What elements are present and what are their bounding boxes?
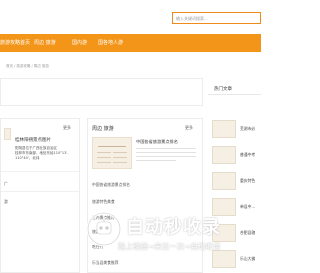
- sidebar-item[interactable]: 重庆特色: [240, 178, 255, 184]
- section-title: 周边 旅游: [92, 126, 114, 132]
- article-excerpt-line: 110°40'，北纬: [15, 156, 40, 160]
- article-card: 更多 桂林阳朔景点图片 阳朔县位于广西壮族自治区 桂林市东南部，地处东经110°…: [0, 118, 80, 273]
- thumbnail-line: [98, 146, 126, 147]
- divider: [1, 191, 79, 192]
- sidebar-item[interactable]: 普通中考: [240, 152, 255, 158]
- nav-item-regions[interactable]: 国各地人游: [98, 34, 123, 52]
- search-input[interactable]: 输入关键词搜索...: [172, 12, 261, 24]
- thumbnail-line: [97, 157, 111, 158]
- thumbnail-line: [113, 152, 127, 153]
- divider: [1, 171, 79, 172]
- thumbnail-line: [113, 157, 127, 158]
- article-title[interactable]: 中国各省旅游景点排名: [136, 139, 178, 145]
- excerpt-line: [136, 160, 176, 161]
- article-thumbnail[interactable]: [212, 120, 236, 138]
- thumbnail-line: [97, 162, 111, 163]
- divider: [208, 94, 261, 95]
- article-thumbnail[interactable]: [4, 128, 11, 140]
- list-item[interactable]: 中国各省旅游景点排名: [92, 182, 130, 188]
- article-title[interactable]: 桂林阳朔景点图片: [15, 137, 51, 143]
- nav-item-nearby[interactable]: 周边 旅游: [34, 34, 56, 52]
- header: 输入关键词搜索...: [0, 0, 261, 32]
- article-thumbnail[interactable]: [212, 172, 236, 190]
- more-link[interactable]: 更多: [185, 125, 193, 131]
- main-nav: 旅游攻略首页 周边 旅游 国内游 国各地人游: [0, 34, 261, 52]
- breadcrumb: 首页 / 旅游攻略 / 周边 旅游: [6, 64, 49, 68]
- thumbnail-line: [113, 162, 127, 163]
- article-thumbnail[interactable]: [212, 146, 236, 164]
- sidebar-title: 热门文章: [214, 87, 232, 92]
- more-link[interactable]: 更多: [63, 125, 71, 131]
- watermark-title: 自动秒收录: [126, 217, 221, 238]
- robot-logo-icon: [86, 211, 122, 247]
- nav-item-domestic[interactable]: 国内游: [72, 34, 87, 52]
- article-thumbnail[interactable]: [92, 137, 132, 169]
- list-item[interactable]: 旅游特色美食: [92, 199, 115, 205]
- excerpt-line: [136, 156, 196, 157]
- watermark: 自动秒收录 路上链接→来访一次→自动收录: [86, 211, 256, 263]
- sidebar-item[interactable]: 芜湖市必: [240, 126, 255, 132]
- nav-item-home[interactable]: 旅游攻略首页: [0, 34, 30, 52]
- excerpt-line: [136, 152, 196, 153]
- watermark-subtitle: 路上链接→来访一次→自动收录: [118, 242, 221, 251]
- excerpt-line: [136, 148, 196, 149]
- sidebar-item[interactable]: 单县中...: [240, 204, 255, 210]
- list-item[interactable]: 广: [4, 181, 8, 187]
- list-item[interactable]: 游: [4, 199, 8, 205]
- thumbnail-line: [97, 152, 111, 153]
- content-strip: [0, 78, 203, 106]
